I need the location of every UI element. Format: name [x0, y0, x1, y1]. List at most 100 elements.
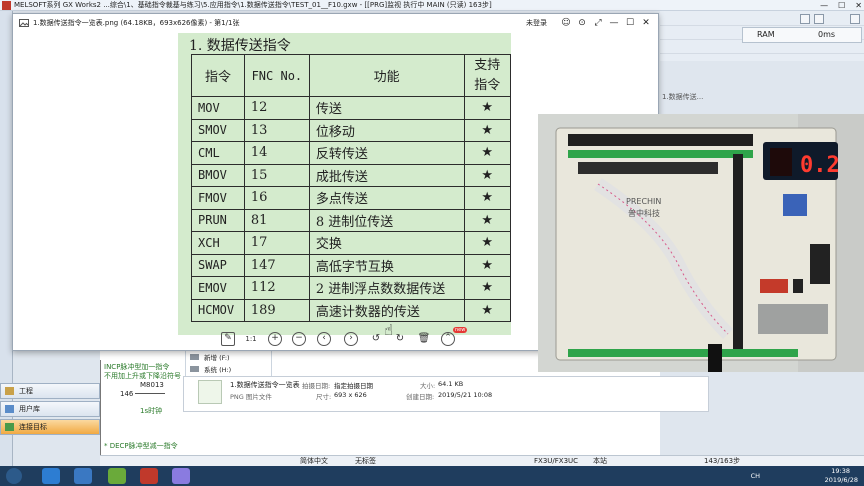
pin-icon[interactable]: ⊙ — [575, 14, 589, 32]
clock-time[interactable]: 19:38 — [831, 467, 850, 475]
ladder-contact-line — [135, 393, 165, 394]
table-row: CML 14 反转传送 ★ — [191, 141, 512, 165]
cell-fnc: 112 — [243, 276, 310, 300]
gx-works-taskbar-icon[interactable] — [140, 468, 158, 484]
document-image: 1. 数据传送指令 指令 FNC No. 功能 支持 指令 MOV 12 传送 ★ SM… — [178, 33, 512, 335]
cell-supported: ★ — [463, 163, 512, 187]
cell-function: 反转传送 — [308, 141, 465, 165]
dims-value: 693 x 626 — [334, 391, 367, 399]
library-icon — [5, 405, 14, 413]
cell-function: 多点传送 — [308, 186, 465, 210]
project-icon — [5, 387, 14, 395]
col-header-fnc: FNC No. — [243, 54, 310, 97]
doc-heading: 1. 数据传送指令 — [189, 38, 291, 54]
file-name: 1.数据传送指令一览表 — [230, 381, 300, 389]
size-label: 大小: — [420, 382, 436, 390]
drive-item[interactable]: 系统 (H:) — [204, 364, 231, 374]
delete-icon[interactable]: 🗑 — [417, 332, 431, 346]
minimize-icon[interactable]: — — [820, 0, 828, 11]
cell-instruction: FMOV — [191, 186, 245, 210]
taskbar-app-icon[interactable] — [172, 468, 190, 484]
zoom-out-icon[interactable]: − — [292, 332, 306, 346]
cell-supported: ★ — [463, 276, 512, 300]
device-comment: 1s时钟 — [140, 407, 163, 415]
cell-function: 传送 — [308, 96, 465, 120]
scan-time-value: 0ms — [818, 30, 836, 39]
col-header-supported: 支持 指令 — [463, 54, 512, 97]
table-row: HCMOV 189 高速计数器的传送 ★ — [191, 298, 512, 322]
cell-supported: ★ — [463, 298, 512, 322]
minimize-icon[interactable]: — — [607, 14, 621, 32]
next-icon[interactable]: › — [344, 332, 358, 346]
toolbar-icon[interactable] — [814, 14, 824, 24]
table-row: SMOV 13 位移动 ★ — [191, 118, 512, 142]
cell-supported: ★ — [463, 208, 512, 232]
viewer-title-bar: 1.数据传送指令一览表.png (64.18KB，693x626像素) - 第1… — [13, 14, 658, 32]
dims-label: 尺寸: — [316, 393, 332, 401]
maximize-icon[interactable]: ☐ — [623, 14, 637, 32]
rotate-left-icon[interactable]: ↺ — [369, 332, 383, 346]
taskbar-app-icon[interactable] — [108, 468, 126, 484]
taskbar-app-icon[interactable] — [42, 468, 60, 484]
toolbar-icon[interactable] — [800, 14, 810, 24]
created-value: 2019/5/21 10:08 — [438, 391, 493, 399]
zoom-in-icon[interactable]: + — [268, 332, 282, 346]
table-row: SWAP 147 高低字节互换 ★ — [191, 253, 512, 277]
navigation-buttons: 工程 用户库 连接目标 — [0, 383, 100, 435]
actual-size-icon[interactable]: 1:1 — [244, 332, 258, 346]
ime-indicator[interactable]: CH — [751, 472, 760, 480]
shot-date-label: 拍摄日期: — [302, 382, 331, 390]
instruction-table: 指令 FNC No. 功能 支持 指令 MOV 12 传送 ★ SMOV 13 位移动 ★ CM… — [191, 54, 512, 322]
close-icon[interactable]: ✕ — [639, 14, 653, 32]
file-details-panel: 1.数据传送指令一览表 PNG 图片文件 拍摄日期: 指定拍摄日期 尺寸: 69… — [183, 376, 709, 412]
cell-function: 高速计数器的传送 — [308, 298, 465, 322]
more-icon[interactable]: ⌃ — [441, 332, 455, 346]
drive-icon — [190, 354, 199, 360]
table-row: XCH 17 交换 ★ — [191, 231, 512, 255]
maximize-icon[interactable]: ☐ — [838, 0, 845, 11]
cell-function: 8 进制位传送 — [308, 208, 465, 232]
drive-list: 新增 (F:) 系统 (H:) — [185, 350, 272, 378]
cell-instruction: MOV — [191, 96, 245, 120]
nav-project-button[interactable]: 工程 — [0, 383, 100, 399]
device-label: M8013 — [140, 381, 164, 389]
close-icon[interactable]: ✕ — [855, 0, 862, 11]
gx-app-icon — [2, 1, 11, 10]
table-row: BMOV 15 成批传送 ★ — [191, 163, 512, 187]
step-number: 146 — [120, 390, 134, 398]
image-file-icon — [19, 19, 29, 27]
shot-date-value: 指定拍摄日期 — [334, 382, 373, 390]
fullscreen-icon[interactable]: ⤢ — [591, 14, 605, 32]
gx-window-title: MELSOFT系列 GX Works2 ...综合\1、基础指令裁基与练习\5.… — [0, 0, 864, 11]
cell-fnc: 16 — [243, 186, 310, 210]
taskbar: CH 19:38 2019/6/28 — [0, 466, 864, 486]
cell-fnc: 12 — [243, 96, 310, 120]
rotate-right-icon[interactable]: ↻ — [393, 332, 407, 346]
edit-icon[interactable]: ✎ — [221, 332, 235, 346]
table-row: EMOV 112 2 进制浮点数数据传送 ★ — [191, 276, 512, 300]
cell-supported: ★ — [463, 96, 512, 120]
login-status[interactable]: 未登录 — [526, 14, 547, 32]
ram-label: RAM — [757, 30, 775, 39]
user-icon[interactable]: ☺ — [559, 14, 573, 32]
drive-item[interactable]: 新增 (F:) — [204, 352, 230, 362]
cell-supported: ★ — [463, 253, 512, 277]
svg-text:PRECHIN: PRECHIN — [626, 197, 661, 206]
created-label: 创建日期: — [406, 393, 435, 401]
cell-supported: ★ — [463, 186, 512, 210]
size-value: 64.1 KB — [438, 380, 464, 388]
tab-label[interactable]: 1.数据传送... — [662, 92, 703, 102]
cell-function: 位移动 — [308, 118, 465, 142]
toolbar-icon[interactable] — [850, 14, 860, 24]
nav-connection-button[interactable]: 连接目标 — [0, 419, 100, 435]
previous-icon[interactable]: ‹ — [317, 332, 331, 346]
nav-user-library-button[interactable]: 用户库 — [0, 401, 100, 417]
taskbar-app-icon[interactable] — [74, 468, 92, 484]
nav-user-library-label: 用户库 — [19, 405, 40, 413]
table-row: MOV 12 传送 ★ — [191, 96, 512, 120]
cell-instruction: CML — [191, 141, 245, 165]
clock-date[interactable]: 2019/6/28 — [825, 476, 858, 484]
connection-icon — [5, 423, 14, 431]
cell-fnc: 13 — [243, 118, 310, 142]
start-button-icon[interactable] — [6, 468, 22, 484]
